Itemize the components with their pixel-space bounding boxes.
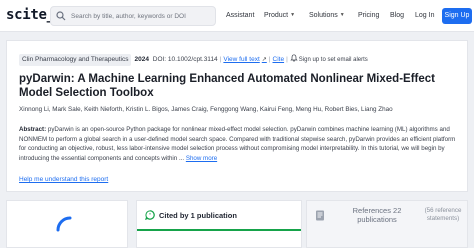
cited-by-panel: " Cited by 1 publication (136, 200, 302, 248)
external-link-icon: ↗ (261, 57, 267, 63)
references-label: References 22 publications (352, 206, 402, 224)
email-alerts-link[interactable]: Sign up to set email alerts (290, 54, 368, 63)
signup-button[interactable]: Sign Up (442, 8, 472, 24)
search-input[interactable] (71, 7, 211, 25)
nav-login[interactable]: Log In (415, 12, 434, 19)
email-alerts-label: Sign up to set email alerts (298, 57, 368, 63)
loading-panel (6, 200, 128, 248)
quote-bubble-icon: " (145, 210, 155, 220)
abstract-label: Abstract: (19, 126, 47, 133)
paper-meta-row: Clin Pharmacology and Therapeutics 2024 D… (19, 54, 368, 66)
journal-badge[interactable]: Clin Pharmacology and Therapeutics (19, 54, 132, 66)
show-more-link[interactable]: Show more (186, 155, 217, 162)
nav-solutions-label: Solutions (309, 12, 338, 19)
doi-text: DOI: 10.1002/cpt.3114 (152, 56, 218, 63)
search-icon (56, 11, 66, 21)
cited-by-label: Cited by 1 publication (159, 211, 237, 220)
separator: | (219, 56, 222, 63)
author-list: Xinnong Li, Mark Sale, Keith Nieforth, K… (19, 106, 393, 113)
loading-spinner-icon (56, 216, 72, 232)
bell-icon (290, 54, 298, 62)
nav-solutions[interactable]: Solutions ▼ (309, 12, 345, 19)
references-icon (316, 210, 324, 221)
active-tab-indicator (137, 229, 301, 231)
cite-link[interactable]: Cite (273, 56, 285, 63)
nav-pricing[interactable]: Pricing (358, 12, 379, 19)
chevron-down-icon: ▼ (339, 12, 345, 18)
separator: | (286, 56, 288, 63)
chevron-down-icon: ▼ (290, 12, 296, 18)
view-full-text-label: View full text (223, 56, 260, 63)
publication-year: 2024 (134, 56, 149, 63)
nav-blog[interactable]: Blog (390, 12, 404, 19)
tab-references[interactable]: References 22 publications (56 reference… (306, 200, 468, 248)
search-box[interactable] (50, 6, 216, 26)
abstract-text: pyDarwin is an open-source Python packag… (19, 126, 456, 162)
paper-title: pyDarwin: A Machine Learning Enhanced Au… (19, 73, 435, 99)
scite-logo[interactable]: scite_ (6, 7, 55, 23)
reference-statements-count: (56 reference statements) (424, 207, 462, 222)
nav-product-label: Product (264, 12, 289, 19)
nav-product[interactable]: Product ▼ (264, 12, 295, 19)
paper-card: Clin Pharmacology and Therapeutics 2024 D… (6, 40, 468, 192)
help-understand-link[interactable]: Help me understand this report (19, 176, 108, 183)
nav-assistant[interactable]: Assistant (226, 12, 254, 19)
top-navbar: scite_ Assistant Product▼ Solutions▼ Pri… (0, 0, 474, 32)
svg-text:": " (149, 213, 151, 219)
tab-cited-by[interactable]: " Cited by 1 publication (137, 201, 301, 229)
abstract: Abstract: pyDarwin is an open-source Pyt… (19, 125, 461, 163)
view-full-text-link[interactable]: View full text ↗ (223, 56, 266, 63)
separator: | (268, 56, 271, 63)
